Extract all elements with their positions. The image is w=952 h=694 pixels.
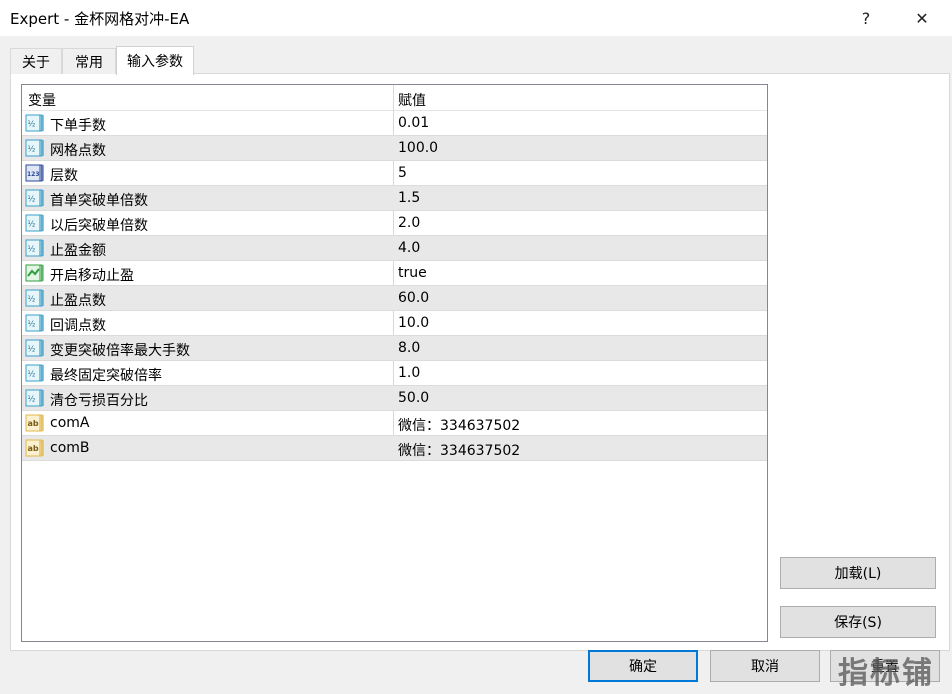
string-value-icon: ab [25,414,45,432]
table-row[interactable]: ½ 以后突破单倍数 2.0 [22,211,767,236]
variable-name: 清仓亏损百分比 [50,393,148,409]
table-row[interactable]: ½ 回调点数 10.0 [22,311,767,336]
double-value-icon: ½ [25,189,45,207]
double-value-icon: ½ [25,289,45,307]
window-title: Expert - 金杯网格对冲-EA [10,10,190,28]
grid-header: 变量 赋值 [22,85,767,111]
help-button[interactable]: ? [843,0,889,36]
svg-text:½: ½ [28,345,36,354]
tab-inputs[interactable]: 输入参数 [116,46,194,75]
variable-name: 下单手数 [50,118,106,134]
svg-text:½: ½ [28,370,36,379]
integer-value-icon: 123 [25,164,45,182]
variable-value[interactable]: 1.0 [398,365,420,381]
table-row[interactable]: 开启移动止盈 true [22,261,767,286]
double-value-icon: ½ [25,114,45,132]
table-row[interactable]: ½ 首单突破单倍数 1.5 [22,186,767,211]
inputs-grid: 变量 赋值 ½ 下单手数 0.01 ½ 网格点数 100.0 123 层数 5 ½ 首单突破单倍数 1… [21,84,768,642]
variable-value[interactable]: 8.0 [398,340,420,356]
table-row[interactable]: ½ 变更突破倍率最大手数 8.0 [22,336,767,361]
double-value-icon: ½ [25,339,45,357]
close-button[interactable]: ✕ [899,0,945,36]
table-row[interactable]: ½ 网格点数 100.0 [22,136,767,161]
table-row[interactable]: ½ 止盈点数 60.0 [22,286,767,311]
variable-name: 止盈金额 [50,243,106,259]
variable-name: comA [50,415,90,431]
variable-name: 层数 [50,168,78,184]
variable-value[interactable]: 5 [398,165,407,181]
double-value-icon: ½ [25,139,45,157]
variable-name: comB [50,440,90,456]
variable-value[interactable]: 60.0 [398,290,429,306]
svg-text:ab: ab [28,419,39,428]
boolean-value-icon [25,264,45,282]
table-row[interactable]: ab comB 微信：334637502 [22,436,767,461]
svg-text:123: 123 [27,171,40,178]
variable-value[interactable]: 微信：334637502 [398,440,520,460]
variable-value[interactable]: 4.0 [398,240,420,256]
tab-about[interactable]: 关于 [10,48,62,74]
svg-text:½: ½ [28,220,36,229]
grid-rows: ½ 下单手数 0.01 ½ 网格点数 100.0 123 层数 5 ½ 首单突破单倍数 1.5 ½ 以后突… [22,111,767,461]
svg-text:½: ½ [28,295,36,304]
cancel-button[interactable]: 取消 [710,650,820,682]
title-bar: Expert - 金杯网格对冲-EA ? ✕ [0,0,952,36]
variable-name: 止盈点数 [50,293,106,309]
save-button[interactable]: 保存(S) [780,606,936,638]
variable-name: 以后突破单倍数 [50,218,148,234]
variable-name: 变更突破倍率最大手数 [50,343,190,359]
variable-value[interactable]: 微信：334637502 [398,415,520,435]
table-row[interactable]: ½ 下单手数 0.01 [22,111,767,136]
svg-text:ab: ab [28,444,39,453]
string-value-icon: ab [25,439,45,457]
svg-text:½: ½ [28,120,36,129]
double-value-icon: ½ [25,364,45,382]
double-value-icon: ½ [25,239,45,257]
variable-value[interactable]: 100.0 [398,140,438,156]
variable-name: 网格点数 [50,143,106,159]
column-header-variable[interactable]: 变量 [28,90,56,110]
tab-common[interactable]: 常用 [62,48,116,74]
variable-value[interactable]: 10.0 [398,315,429,331]
variable-value[interactable]: 1.5 [398,190,420,206]
load-button[interactable]: 加载(L) [780,557,936,589]
variable-name: 开启移动止盈 [50,268,134,284]
svg-text:½: ½ [28,320,36,329]
table-row[interactable]: ab comA 微信：334637502 [22,411,767,436]
table-row[interactable]: ½ 清仓亏损百分比 50.0 [22,386,767,411]
double-value-icon: ½ [25,389,45,407]
svg-text:½: ½ [28,145,36,154]
variable-value[interactable]: true [398,265,427,281]
double-value-icon: ½ [25,314,45,332]
ok-button[interactable]: 确定 [588,650,698,682]
svg-text:½: ½ [28,245,36,254]
table-row[interactable]: 123 层数 5 [22,161,767,186]
variable-name: 首单突破单倍数 [50,193,148,209]
table-row[interactable]: ½ 止盈金额 4.0 [22,236,767,261]
table-row[interactable]: ½ 最终固定突破倍率 1.0 [22,361,767,386]
svg-text:½: ½ [28,195,36,204]
variable-name: 回调点数 [50,318,106,334]
column-header-value[interactable]: 赋值 [398,90,426,110]
double-value-icon: ½ [25,214,45,232]
svg-text:½: ½ [28,395,36,404]
variable-name: 最终固定突破倍率 [50,368,162,384]
variable-value[interactable]: 50.0 [398,390,429,406]
variable-value[interactable]: 2.0 [398,215,420,231]
variable-value[interactable]: 0.01 [398,115,429,131]
reset-button[interactable]: 重置 [830,650,940,682]
